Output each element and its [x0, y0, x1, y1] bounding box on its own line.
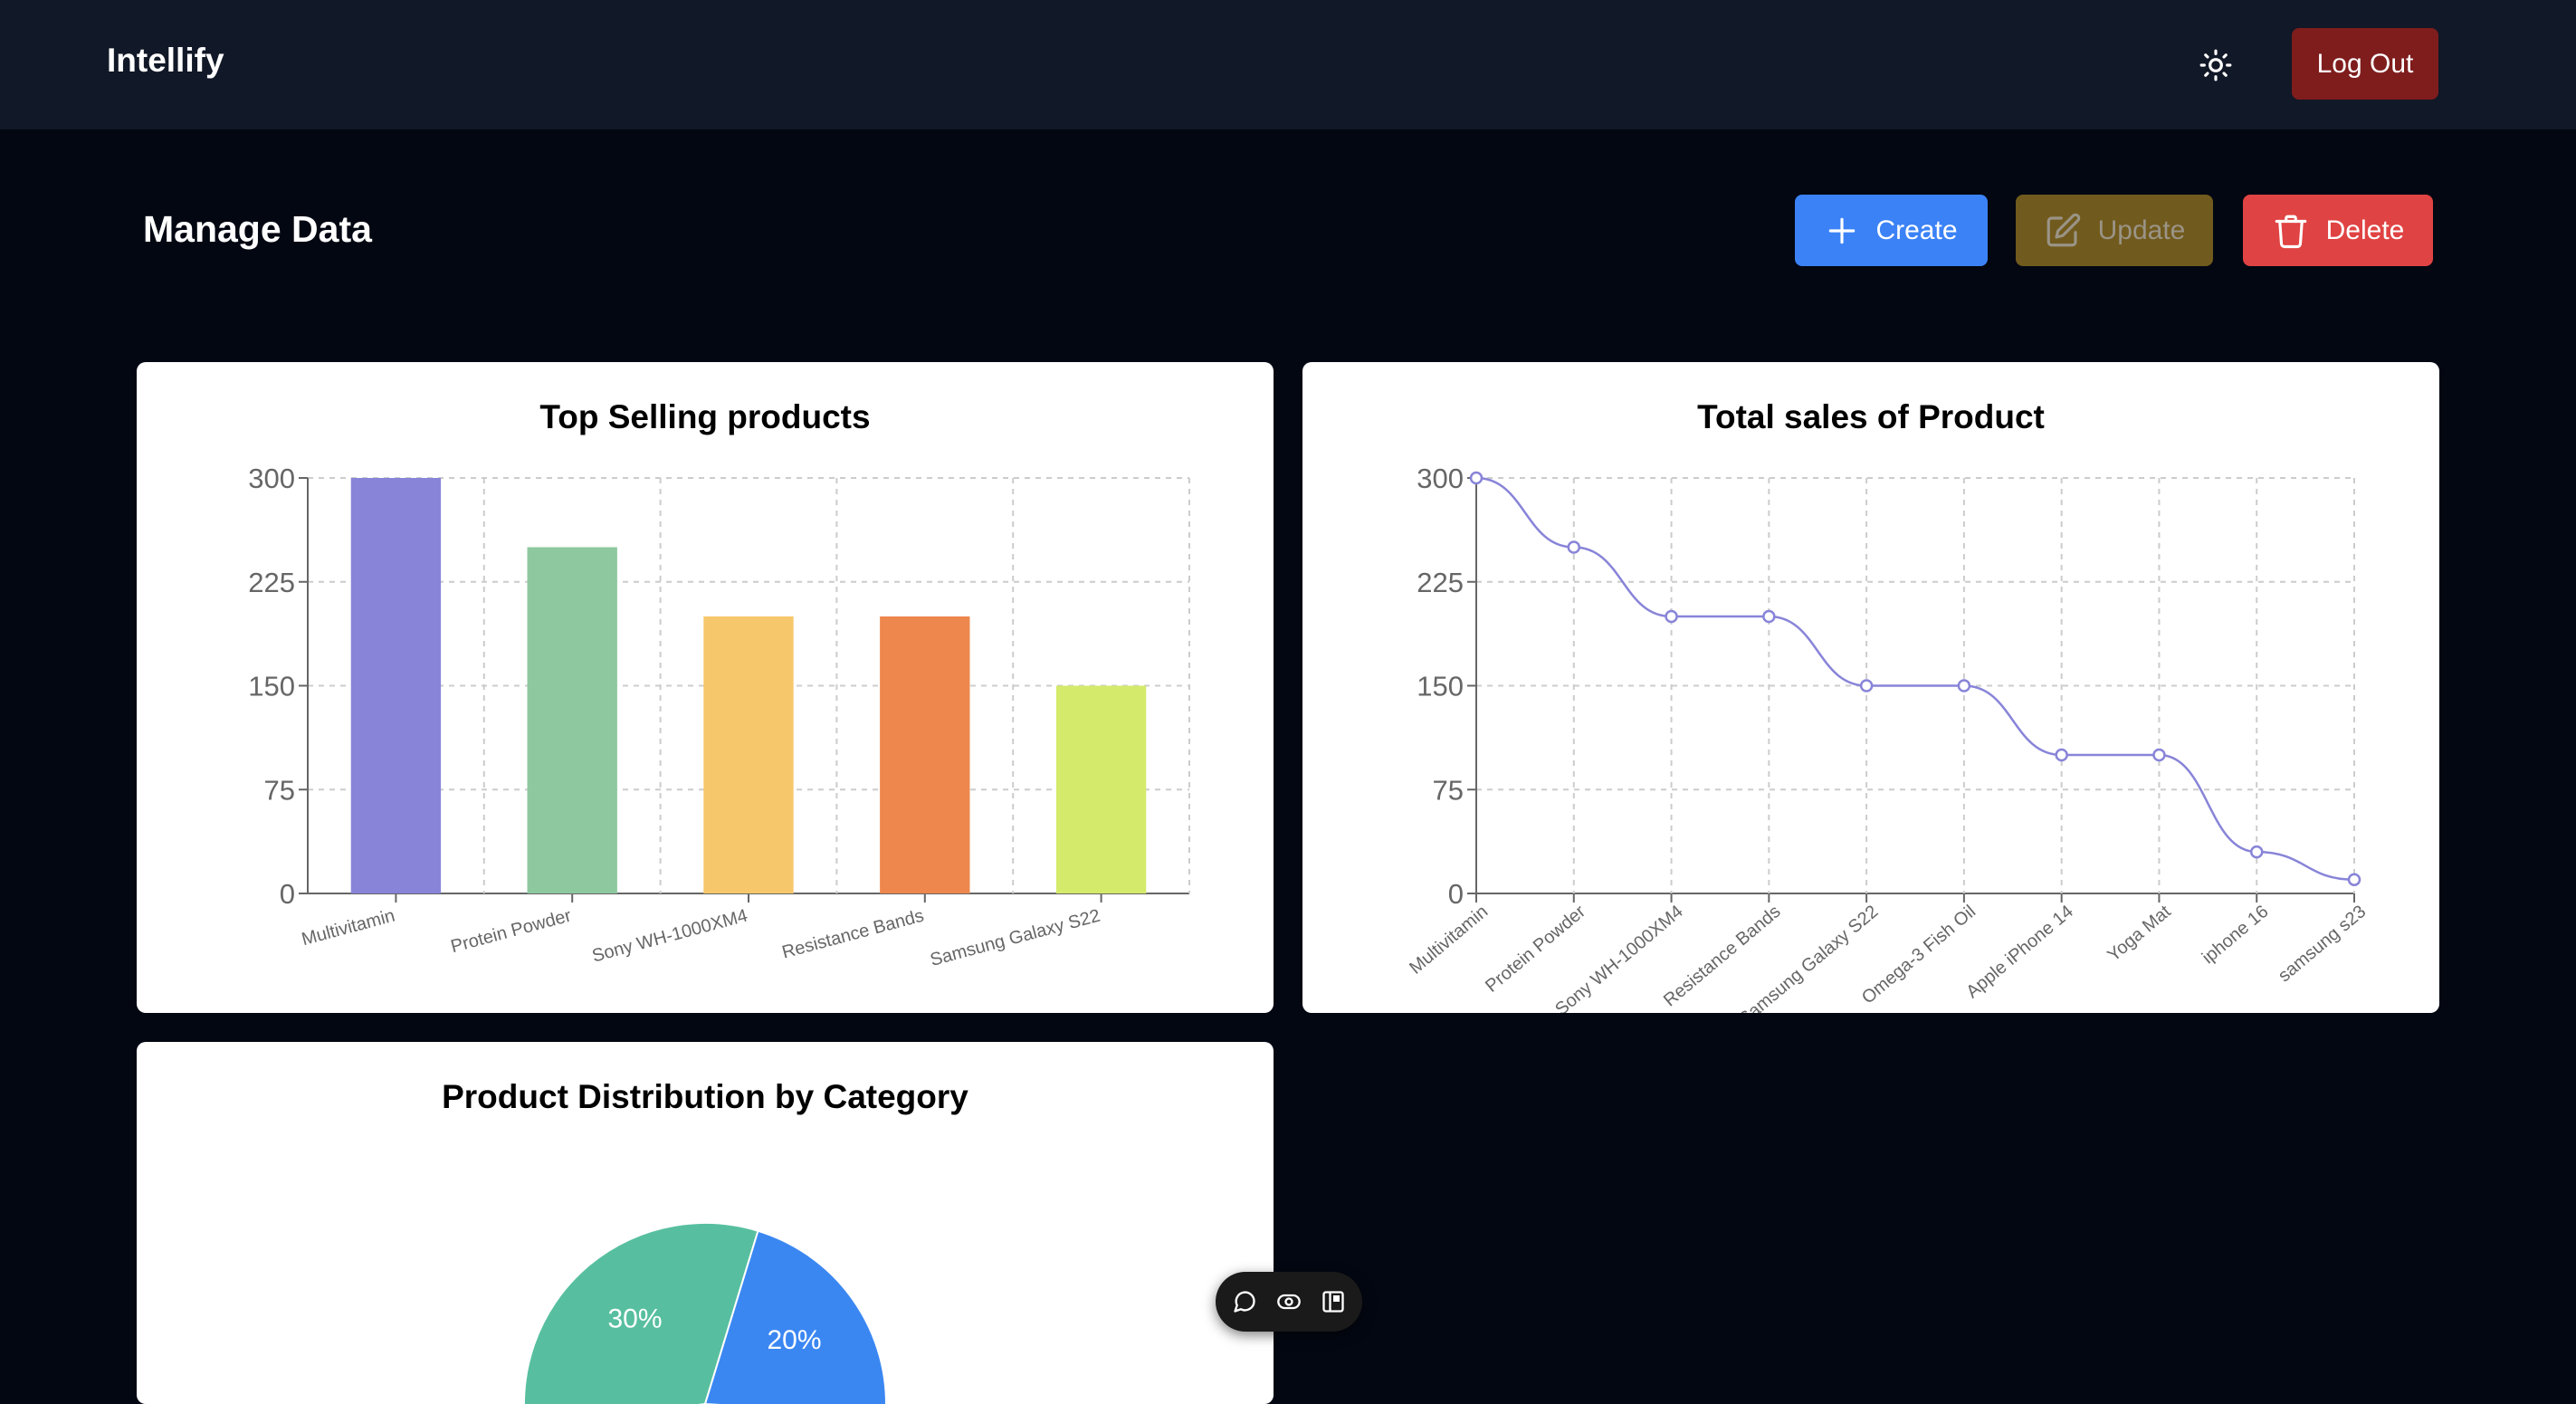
x-tick-label: Apple iPhone 14: [1962, 902, 2077, 1002]
floating-toolbar: [1216, 1272, 1362, 1332]
bar: [350, 478, 442, 893]
data-point: [1567, 540, 1581, 554]
y-tick-label: 0: [280, 878, 295, 910]
x-tick-label: samsung s23: [2275, 902, 2370, 986]
data-point: [2055, 748, 2068, 762]
y-tick-label: 150: [248, 671, 295, 702]
x-tick-label: Multivitamin: [300, 906, 397, 950]
x-tick-label: Multivitamin: [1406, 902, 1492, 979]
data-point: [2152, 748, 2166, 762]
line-chart: 075150225300MultivitaminProtein PowderSo…: [1406, 463, 2370, 1013]
y-tick-label: 75: [264, 774, 295, 806]
create-button[interactable]: Create: [1795, 195, 1988, 266]
comment-icon[interactable]: [1229, 1286, 1260, 1317]
x-tick-label: Yoga Mat: [2104, 902, 2175, 966]
data-point: [2249, 845, 2264, 859]
bar: [703, 616, 794, 893]
x-tick-label: Protein Powder: [449, 905, 574, 957]
bar: [527, 547, 617, 893]
data-point: [1957, 679, 1971, 692]
y-tick-label: 150: [1417, 671, 1464, 702]
update-button[interactable]: Update: [2016, 195, 2213, 266]
y-tick-label: 300: [1417, 463, 1464, 494]
bar-chart-card: Top Selling products 0 75 150 225 300 Multivi…: [137, 362, 1274, 1013]
update-label: Update: [2097, 215, 2186, 245]
data-point: [2347, 873, 2361, 886]
y-tick-label: 225: [248, 567, 295, 598]
pie-chart: 30% 20%: [523, 1222, 887, 1404]
brand-logo[interactable]: Intellify: [107, 42, 224, 80]
series-line: [1475, 476, 2355, 881]
data-point: [1859, 679, 1874, 692]
bar-chart: 0 75 150 225 300 Multivitamin Protein Powder So…: [248, 463, 1190, 970]
data-point: [1665, 609, 1678, 624]
y-tick-label: 225: [1417, 567, 1464, 598]
x-tick-label: Samsung Galaxy S22: [928, 906, 1102, 970]
theme-toggle-button[interactable]: [2194, 43, 2237, 87]
data-point: [1762, 609, 1776, 624]
create-label: Create: [1875, 215, 1958, 245]
delete-label: Delete: [2325, 215, 2405, 245]
x-tick-label: iphone 16: [2199, 902, 2272, 968]
eye-icon[interactable]: [1274, 1286, 1304, 1317]
delete-button[interactable]: Delete: [2243, 195, 2433, 266]
trash-icon: [2272, 212, 2310, 250]
edit-icon: [2044, 212, 2082, 250]
logout-button[interactable]: Log Out: [2292, 28, 2438, 100]
pie-slice-label: 30%: [607, 1304, 662, 1333]
bar: [880, 616, 970, 893]
navbar: Intellify Log Out: [0, 0, 2576, 129]
x-tick-label: Sony WH-1000XM4: [590, 906, 749, 967]
pie-slice-label: 20%: [767, 1325, 821, 1355]
x-tick-label: Protein Powder: [1482, 902, 1589, 997]
line-chart-card: Total sales of Product 0 75 150 225 300 Multi…: [1302, 362, 2439, 1013]
x-tick-label: Resistance Bands: [780, 906, 926, 963]
y-tick-label: 75: [1433, 774, 1464, 806]
page-title: Manage Data: [143, 208, 372, 250]
bar: [1055, 685, 1147, 893]
data-point: [1469, 471, 1484, 485]
y-tick-label: 300: [248, 463, 295, 494]
plus-icon: [1825, 214, 1859, 248]
pie-chart-card: Product Distribution by Category 30% 20%: [137, 1042, 1274, 1404]
sun-icon: [2199, 49, 2232, 81]
inspect-icon[interactable]: [1318, 1286, 1349, 1317]
y-tick-label: 0: [1448, 878, 1464, 910]
